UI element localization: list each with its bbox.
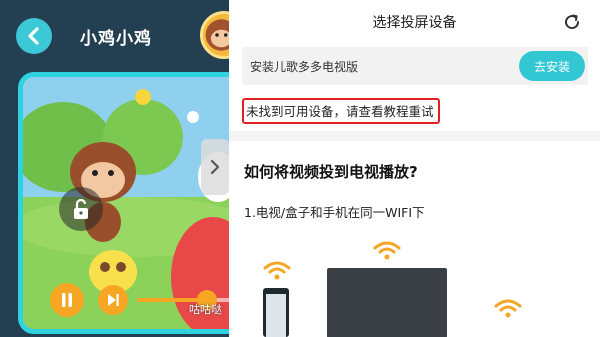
video-frame[interactable]: 咕咕哒 — [18, 72, 229, 334]
subtitle-text: 咕咕哒 — [189, 303, 222, 316]
install-tv-app-row: 安装儿歌多多电视版 去安装 — [242, 47, 588, 85]
tv-illustration — [327, 268, 447, 337]
phone-illustration — [263, 288, 289, 337]
back-button[interactable] — [16, 18, 52, 54]
screen-lock-button[interactable] — [59, 187, 103, 231]
skip-next-button[interactable] — [98, 285, 128, 315]
video-title: 小鸡小鸡 — [80, 29, 152, 49]
unlock-icon — [74, 198, 88, 219]
chevron-right-icon — [210, 159, 220, 175]
refresh-icon[interactable] — [562, 12, 582, 32]
howto-title: 如何将视频投到电视播放? — [244, 163, 418, 181]
monkey-avatar-icon — [205, 19, 229, 51]
cast-device-panel: 选择投屏设备 安装儿歌多多电视版 去安装 未找到可用设备，请查看教程重试 如何将… — [229, 0, 600, 337]
step-1-text: 1.电视/盒子和手机在同一WIFI下 — [244, 205, 425, 220]
avatar[interactable] — [200, 11, 229, 59]
arrow-left-icon — [28, 27, 39, 45]
no-device-error: 未找到可用设备，请查看教程重试 — [242, 98, 440, 124]
panel-title: 选择投屏设备 — [372, 15, 457, 31]
wifi-icon — [263, 261, 291, 280]
pause-button[interactable] — [50, 283, 84, 317]
next-episode-tab[interactable] — [201, 139, 229, 195]
wifi-icon — [494, 299, 522, 318]
pause-icon — [62, 293, 72, 307]
wifi-icon — [373, 241, 401, 260]
install-prompt: 安装儿歌多多电视版 — [250, 60, 359, 74]
skip-next-icon — [108, 294, 119, 306]
video-player: 小鸡小鸡 咕咕哒 — [0, 0, 229, 337]
section-divider — [229, 131, 600, 141]
install-button[interactable]: 去安装 — [519, 51, 585, 81]
